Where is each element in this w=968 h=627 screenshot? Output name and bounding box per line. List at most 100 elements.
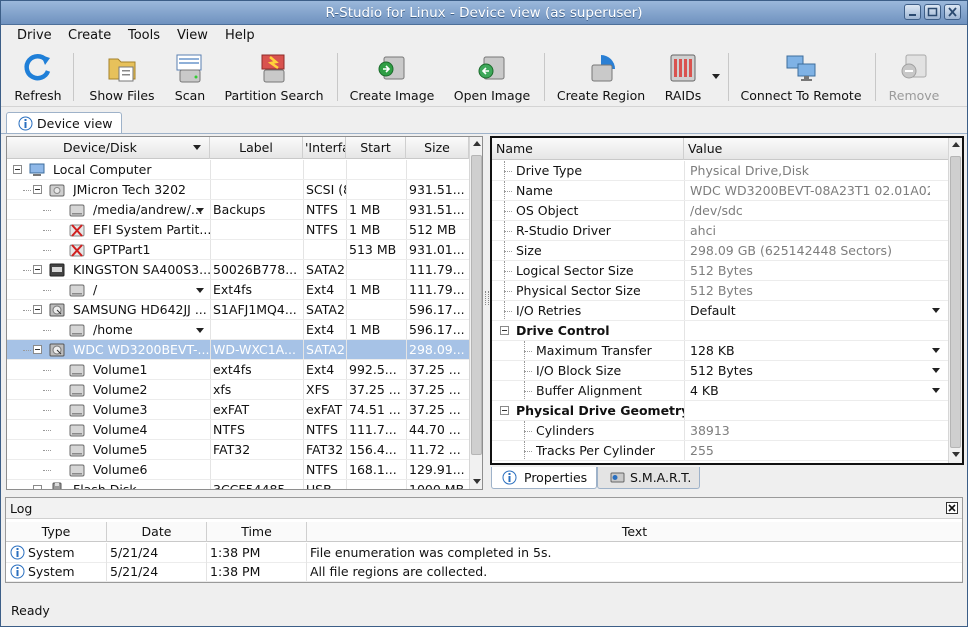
property-row[interactable]: Logical Sector Size 512 Bytes <box>492 261 948 281</box>
property-row[interactable]: I/O Retries Default <box>492 301 948 321</box>
scroll-down-icon[interactable] <box>473 479 481 484</box>
dropdown-arrow-icon[interactable] <box>932 388 940 393</box>
menu-view[interactable]: View <box>177 28 208 43</box>
dropdown-arrow-icon[interactable] <box>196 328 204 333</box>
property-row[interactable]: R-Studio Driver ahci <box>492 221 948 241</box>
device-row[interactable]: / Ext4fs Ext4 1 MB 111.79... <box>7 280 469 300</box>
property-value[interactable]: 4 KB <box>690 381 930 401</box>
property-row[interactable]: I/O Block Size 512 Bytes <box>492 361 948 381</box>
properties-scrollbar[interactable] <box>948 138 962 463</box>
device-row[interactable]: JMicron Tech 3202 SCSI (8:0) 931.51... <box>7 180 469 200</box>
device-cell-iface: NTFS <box>306 422 338 437</box>
dropdown-arrow-icon[interactable] <box>932 348 940 353</box>
property-row[interactable]: Buffer Alignment 4 KB <box>492 381 948 401</box>
group-expander[interactable] <box>500 406 509 415</box>
refresh-button[interactable]: Refresh <box>9 49 67 105</box>
device-row[interactable]: GPTPart1 513 MB 931.01... <box>7 240 469 260</box>
raids-dropdown-arrow-icon[interactable] <box>712 74 720 79</box>
device-row[interactable]: Local Computer <box>7 160 469 180</box>
property-value[interactable]: 128 KB <box>690 341 930 361</box>
column-name[interactable]: Name <box>492 138 684 160</box>
column-date[interactable]: Date <box>107 522 207 542</box>
device-tree-scrollbar[interactable] <box>469 137 482 489</box>
raids-button[interactable]: RAIDs <box>659 49 707 105</box>
device-row[interactable]: /home Ext4 1 MB 596.17... <box>7 320 469 340</box>
property-row[interactable]: Drive Type Physical Drive,Disk <box>492 161 948 181</box>
partition-search-button[interactable]: Partition Search <box>223 49 325 105</box>
create-region-button[interactable]: Create Region <box>555 49 647 105</box>
tree-expander[interactable] <box>33 265 42 274</box>
device-row[interactable]: Volume1 ext4fs Ext4 992.5... 37.25 ... <box>7 360 469 380</box>
column-divider <box>346 160 347 180</box>
column-value[interactable]: Value <box>684 138 948 160</box>
device-row[interactable]: Volume5 FAT32 FAT32 156.4... 11.72 ... <box>7 440 469 460</box>
tree-expander[interactable] <box>33 485 42 489</box>
menu-tools[interactable]: Tools <box>128 28 160 43</box>
device-row[interactable]: EFI System Partit... NTFS 1 MB 512 MB <box>7 220 469 240</box>
device-row[interactable]: Volume6 NTFS 168.1... 129.91... <box>7 460 469 480</box>
column-time[interactable]: Time <box>207 522 307 542</box>
property-row[interactable]: Maximum Transfer 128 KB <box>492 341 948 361</box>
scan-button[interactable]: Scan <box>167 49 213 105</box>
column-size[interactable]: Size <box>406 137 469 159</box>
property-row[interactable]: OS Object/dev/sdc <box>492 201 948 221</box>
dropdown-arrow-icon[interactable] <box>196 288 204 293</box>
property-row[interactable]: Cylinders 38913 <box>492 421 948 441</box>
device-row[interactable]: Flash Disk 3CCF54485... USB 1000 MB <box>7 480 469 489</box>
column-divider <box>210 440 211 460</box>
column-device-disk[interactable]: Device/Disk <box>7 137 210 159</box>
column-label[interactable]: Label <box>210 137 303 159</box>
minimize-button[interactable] <box>904 4 921 20</box>
scroll-up-icon[interactable] <box>952 142 960 147</box>
column-interface[interactable]: 'Interfa <box>303 137 346 159</box>
menu-help[interactable]: Help <box>225 28 255 43</box>
device-row[interactable]: Volume4 NTFS NTFS 111.7... 44.70 ... <box>7 420 469 440</box>
dropdown-arrow-icon[interactable] <box>932 308 940 313</box>
scroll-up-icon[interactable] <box>473 141 481 146</box>
create-image-button[interactable]: Create Image <box>347 49 437 105</box>
column-start[interactable]: Start <box>346 137 406 159</box>
info-icon <box>10 564 25 579</box>
tree-expander[interactable] <box>13 165 22 174</box>
tab-device-view[interactable]: Device view <box>6 112 122 134</box>
remove-button[interactable]: Remove <box>885 49 943 105</box>
property-group[interactable]: Physical Drive Geometry <box>492 401 948 421</box>
tab-smart[interactable]: S.M.A.R.T. <box>597 467 700 489</box>
close-button[interactable] <box>944 4 961 20</box>
dropdown-arrow-icon[interactable] <box>196 208 204 213</box>
scroll-down-icon[interactable] <box>952 452 960 457</box>
group-expander[interactable] <box>500 326 509 335</box>
property-row[interactable]: Size 298.09 GB (625142448 Sectors) <box>492 241 948 261</box>
log-row[interactable]: System 5/21/24 1:38 PM All file regions are… <box>6 562 962 582</box>
device-row[interactable]: /media/andrew/... Backups NTFS 1 MB 931.51..… <box>7 200 469 220</box>
device-row[interactable]: KINGSTON SA400S3...50026B778... SATA2, SS… <box>7 260 469 280</box>
connect-to-remote-button[interactable]: Connect To Remote <box>739 49 863 105</box>
column-type[interactable]: Type <box>6 522 107 542</box>
log-row[interactable]: System 5/21/24 1:38 PM File enumeration was… <box>6 543 962 563</box>
property-value[interactable]: 512 Bytes <box>690 361 930 381</box>
tree-expander[interactable] <box>33 305 42 314</box>
scroll-thumb[interactable] <box>471 155 482 455</box>
maximize-button[interactable] <box>924 4 941 20</box>
tree-expander[interactable] <box>33 345 42 354</box>
close-log-icon[interactable] <box>946 502 958 514</box>
splitter-handle[interactable] <box>485 291 489 305</box>
device-row[interactable]: Volume2 xfs XFS 37.25 ... 37.25 ... <box>7 380 469 400</box>
property-row[interactable]: Physical Sector Size 512 Bytes <box>492 281 948 301</box>
property-row[interactable]: Tracks Per Cylinder 255 <box>492 441 948 461</box>
menu-drive[interactable]: Drive <box>17 28 52 43</box>
scroll-thumb[interactable] <box>950 156 961 448</box>
device-row[interactable]: WDC WD3200BEVT-...WD-WXC1A... SATA2, HDD 2… <box>7 340 469 360</box>
show-files-button[interactable]: Show Files <box>87 49 157 105</box>
device-row[interactable]: SAMSUNG HD642JJ ... S1AFJ1MQ4... SATA2, HD… <box>7 300 469 320</box>
property-row[interactable]: Name WDC WD3200BEVT-08A23T1 02.01A02 <box>492 181 948 201</box>
property-group[interactable]: Drive Control <box>492 321 948 341</box>
dropdown-arrow-icon[interactable] <box>932 368 940 373</box>
property-value[interactable]: Default <box>690 301 930 321</box>
menu-create[interactable]: Create <box>68 28 111 43</box>
open-image-button[interactable]: Open Image <box>451 49 533 105</box>
column-text[interactable]: Text <box>307 522 962 542</box>
device-row[interactable]: Volume3 exFAT exFAT 74.51 ... 37.25 ... <box>7 400 469 420</box>
tab-properties[interactable]: Properties <box>491 467 597 489</box>
tree-expander[interactable] <box>33 185 42 194</box>
